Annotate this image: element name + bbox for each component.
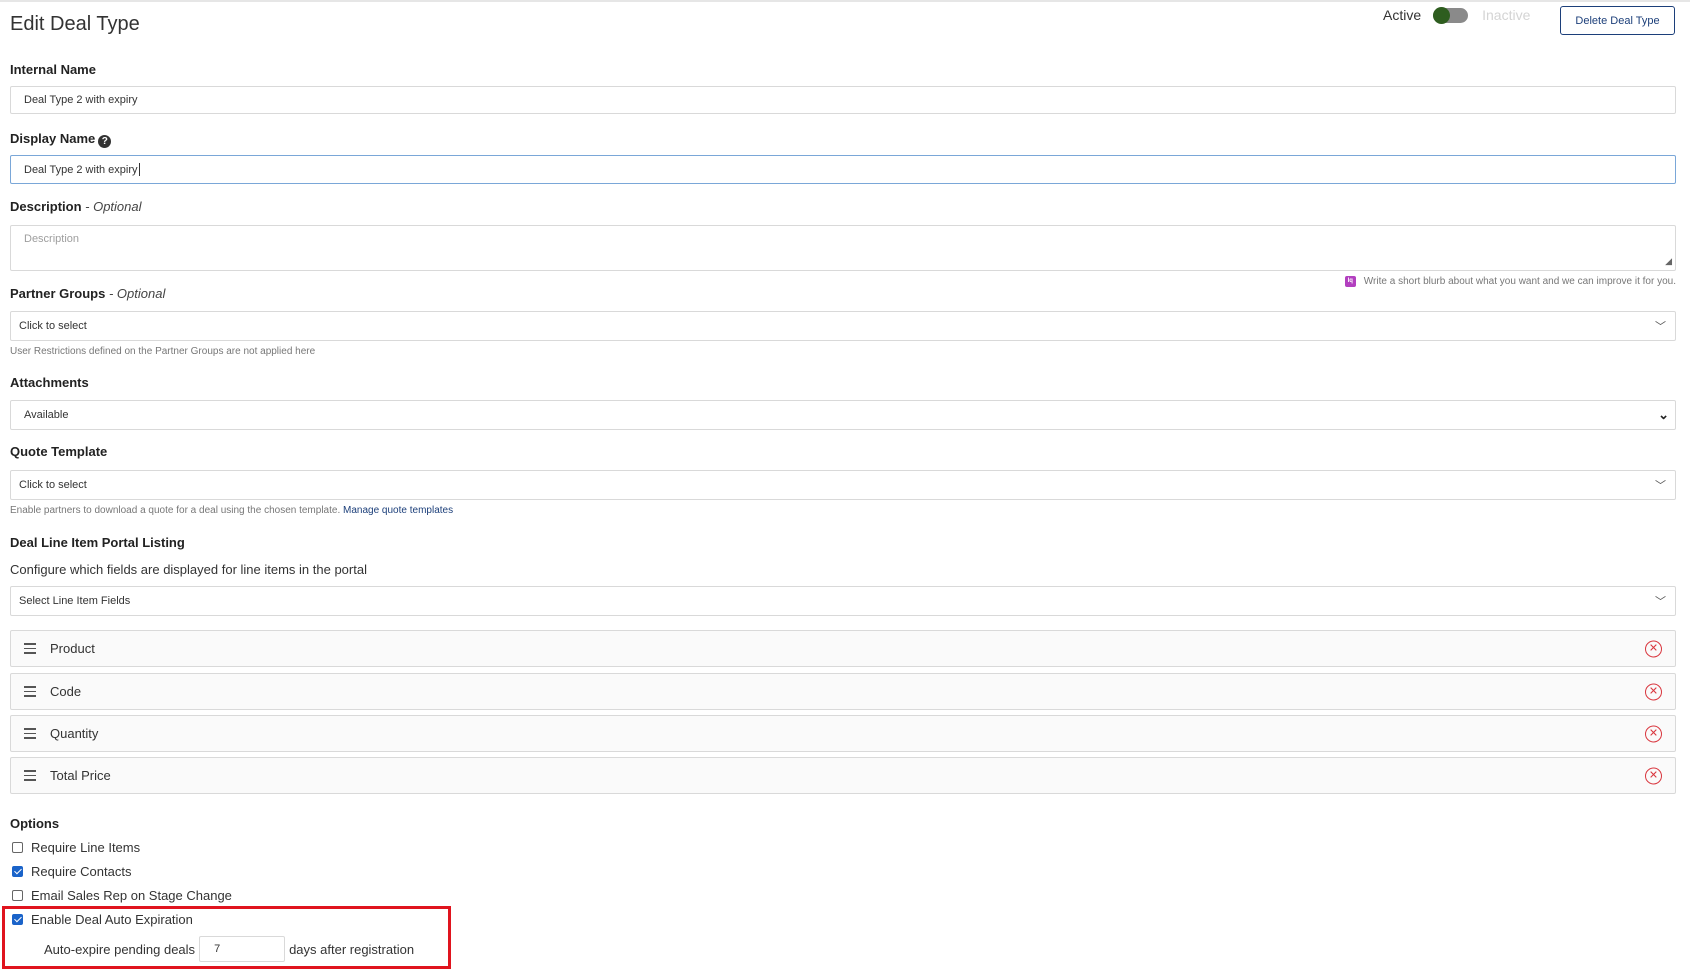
- inactive-label: Inactive: [1482, 7, 1531, 23]
- partner-groups-label: Partner Groups - Optional: [10, 286, 166, 301]
- quote-template-select[interactable]: Click to select ﹀: [10, 470, 1676, 500]
- remove-circle-icon[interactable]: ✕: [1645, 683, 1662, 700]
- internal-name-input[interactable]: Deal Type 2 with expiry: [10, 86, 1676, 114]
- option-require-line-items[interactable]: Require Line Items: [12, 840, 140, 855]
- display-name-label: Display Name?: [10, 131, 112, 148]
- active-label: Active: [1383, 7, 1422, 23]
- option-email-sales-rep[interactable]: Email Sales Rep on Stage Change: [12, 888, 232, 903]
- line-item-row[interactable]: Code ✕: [10, 673, 1676, 710]
- partner-groups-hint: User Restrictions defined on the Partner…: [10, 346, 316, 357]
- status-toggle-group: Active Inactive: [1383, 6, 1531, 24]
- quote-template-hint: Enable partners to download a quote for …: [10, 505, 454, 516]
- drag-handle-icon[interactable]: [24, 686, 36, 697]
- line-item-row[interactable]: Product ✕: [10, 630, 1676, 667]
- checkbox-unchecked[interactable]: [12, 842, 23, 853]
- option-require-contacts[interactable]: Require Contacts: [12, 864, 131, 879]
- attachments-select[interactable]: Available ⌄: [10, 400, 1676, 430]
- page-title: Edit Deal Type: [10, 13, 140, 35]
- ai-hint: Iq Write a short blurb about what you wan…: [1344, 276, 1676, 287]
- ai-assist-icon[interactable]: Iq: [1344, 276, 1356, 287]
- attachments-label: Attachments: [10, 375, 89, 390]
- text-caret: [138, 163, 140, 176]
- quote-template-label: Quote Template: [10, 444, 108, 459]
- highlight-box: [2, 906, 451, 969]
- line-item-row[interactable]: Total Price ✕: [10, 757, 1676, 794]
- internal-name-label: Internal Name: [10, 62, 96, 77]
- line-item-fields-select[interactable]: Select Line Item Fields ﹀: [10, 586, 1676, 616]
- chevron-down-icon: ﹀: [1655, 480, 1666, 492]
- line-item-listing-description: Configure which fields are displayed for…: [10, 562, 367, 577]
- resize-handle-icon[interactable]: ◢: [1665, 256, 1672, 267]
- checkbox-unchecked[interactable]: [12, 890, 23, 901]
- remove-circle-icon[interactable]: ✕: [1645, 640, 1662, 657]
- partner-groups-select[interactable]: Click to select ﹀: [10, 311, 1676, 341]
- toggle-knob: [1433, 6, 1451, 24]
- drag-handle-icon[interactable]: [24, 770, 36, 781]
- chevron-down-icon: ⌄: [1658, 407, 1669, 422]
- remove-circle-icon[interactable]: ✕: [1645, 767, 1662, 784]
- line-item-row[interactable]: Quantity ✕: [10, 715, 1676, 752]
- description-label: Description - Optional: [10, 199, 142, 214]
- line-item-listing-label: Deal Line Item Portal Listing: [10, 535, 185, 550]
- top-divider: [0, 0, 1690, 2]
- manage-quote-templates-link[interactable]: Manage quote templates: [343, 505, 453, 516]
- help-icon[interactable]: ?: [98, 135, 112, 148]
- status-toggle[interactable]: [1433, 6, 1469, 24]
- chevron-down-icon: ﹀: [1655, 596, 1666, 608]
- options-label: Options: [10, 816, 60, 831]
- drag-handle-icon[interactable]: [24, 728, 36, 739]
- delete-deal-type-button[interactable]: Delete Deal Type: [1560, 6, 1675, 35]
- display-name-input[interactable]: Deal Type 2 with expiry: [10, 155, 1676, 184]
- checkbox-checked[interactable]: [12, 866, 23, 877]
- chevron-down-icon: ﹀: [1655, 321, 1666, 333]
- drag-handle-icon[interactable]: [24, 643, 36, 654]
- description-textarea[interactable]: Description ◢: [10, 225, 1676, 271]
- remove-circle-icon[interactable]: ✕: [1645, 725, 1662, 742]
